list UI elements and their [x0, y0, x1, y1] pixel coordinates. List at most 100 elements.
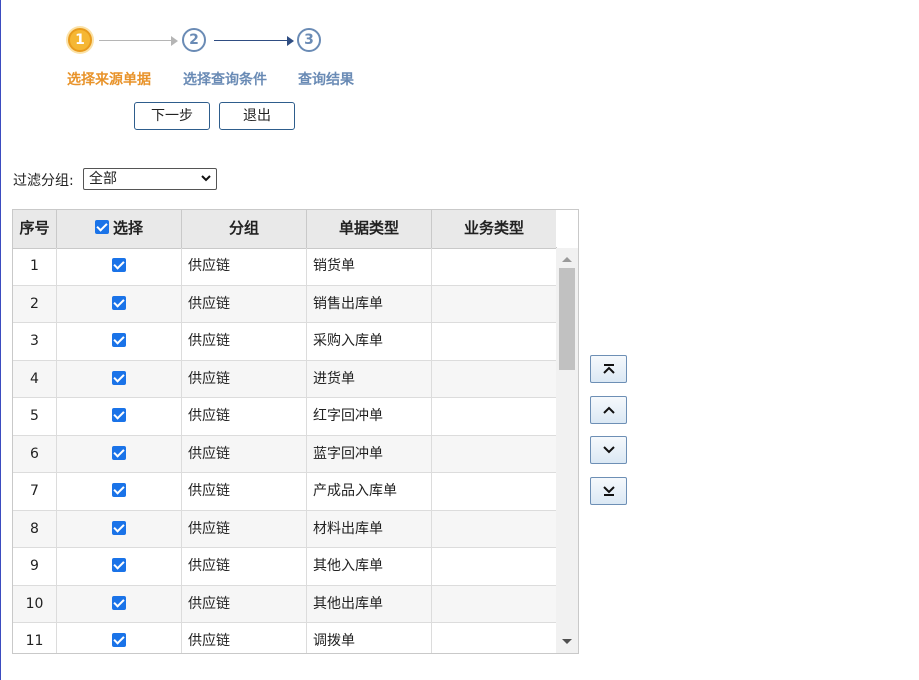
- table-row[interactable]: 9 供应链 其他入库单: [13, 548, 557, 586]
- move-bottom-icon: [603, 486, 615, 496]
- table-row[interactable]: 1 供应链 销货单: [13, 248, 557, 286]
- chevron-down-icon: [603, 446, 615, 454]
- filter-group-value: 全部: [89, 171, 117, 187]
- header-select: 选择: [57, 210, 182, 248]
- row-no: 6: [13, 435, 57, 473]
- row-biz-type: [432, 398, 557, 435]
- table-row[interactable]: 3 供应链 采购入库单: [13, 323, 557, 361]
- row-group: 供应链: [182, 285, 307, 323]
- select-all-checkbox[interactable]: [94, 219, 109, 234]
- header-gap: [556, 210, 578, 247]
- row-checkbox[interactable]: [112, 445, 126, 460]
- table-row[interactable]: 6 供应链 蓝字回冲单: [13, 435, 557, 473]
- row-biz-type: [432, 473, 557, 510]
- row-cell-select: [57, 510, 182, 548]
- row-biz-type: [432, 248, 557, 285]
- table-scrollbar[interactable]: [556, 248, 578, 653]
- row-checkbox[interactable]: [112, 520, 126, 535]
- move-to-bottom-button[interactable]: [590, 477, 627, 505]
- move-up-button[interactable]: [590, 396, 627, 424]
- step-connector: [99, 40, 175, 41]
- row-biz-type: [432, 285, 557, 323]
- document-type-table: 序号 选择 分组 单据类型 业务类型 1 供应链 销货单 2 供应链 销售出库单…: [12, 209, 579, 654]
- row-no: 9: [13, 548, 57, 585]
- row-cell-select: [57, 285, 182, 323]
- step-3-circle: 3: [297, 28, 321, 52]
- move-down-button[interactable]: [590, 436, 627, 464]
- table-row[interactable]: 5 供应链 红字回冲单: [13, 398, 557, 436]
- row-doc-type: 销售出库单: [307, 285, 432, 323]
- row-checkbox[interactable]: [112, 595, 126, 610]
- arrow-right-icon: [287, 36, 294, 46]
- row-biz-type: [432, 510, 557, 548]
- row-doc-type: 调拨单: [307, 623, 432, 653]
- arrow-right-icon: [171, 36, 178, 46]
- row-no: 1: [13, 248, 57, 285]
- table-row[interactable]: 11 供应链 调拨单: [13, 623, 557, 653]
- header-group: 分组: [182, 210, 307, 248]
- row-group: 供应链: [182, 323, 307, 360]
- row-doc-type: 产成品入库单: [307, 473, 432, 510]
- header-biz-type: 业务类型: [432, 210, 557, 248]
- header-doc-type: 单据类型: [307, 210, 432, 248]
- chevron-down-icon: [200, 169, 212, 195]
- table-row[interactable]: 2 供应链 销售出库单: [13, 285, 557, 323]
- table-row[interactable]: 10 供应链 其他出库单: [13, 585, 557, 623]
- row-group: 供应链: [182, 360, 307, 398]
- row-checkbox[interactable]: [112, 633, 126, 647]
- row-group: 供应链: [182, 585, 307, 623]
- row-checkbox[interactable]: [112, 558, 126, 572]
- row-group: 供应链: [182, 623, 307, 653]
- header-select-label: 选择: [112, 219, 143, 237]
- move-to-top-button[interactable]: [590, 355, 627, 383]
- table-row[interactable]: 4 供应链 进货单: [13, 360, 557, 398]
- next-step-button[interactable]: 下一步: [134, 102, 210, 130]
- scroll-up-icon[interactable]: [562, 257, 572, 262]
- row-group: 供应链: [182, 398, 307, 435]
- table-header: 序号 选择 分组 单据类型 业务类型: [13, 210, 557, 249]
- row-group: 供应链: [182, 548, 307, 585]
- row-cell-select: [57, 323, 182, 360]
- row-checkbox[interactable]: [112, 295, 126, 310]
- row-checkbox[interactable]: [112, 333, 126, 347]
- row-no: 8: [13, 510, 57, 548]
- row-biz-type: [432, 360, 557, 398]
- row-cell-select: [57, 585, 182, 623]
- row-group: 供应链: [182, 473, 307, 510]
- row-checkbox[interactable]: [112, 258, 126, 272]
- row-no: 7: [13, 473, 57, 510]
- scrollbar-thumb[interactable]: [559, 268, 575, 370]
- row-cell-select: [57, 398, 182, 435]
- move-top-icon: [603, 364, 615, 374]
- step-3-label: 查询结果: [298, 72, 354, 88]
- row-checkbox[interactable]: [112, 370, 126, 385]
- step-2-label: 选择查询条件: [183, 72, 267, 88]
- table-row[interactable]: 7 供应链 产成品入库单: [13, 473, 557, 511]
- row-biz-type: [432, 585, 557, 623]
- row-biz-type: [432, 623, 557, 653]
- row-cell-select: [57, 548, 182, 585]
- row-cell-select: [57, 360, 182, 398]
- row-group: 供应链: [182, 248, 307, 285]
- scroll-down-icon[interactable]: [562, 639, 572, 644]
- row-doc-type: 销货单: [307, 248, 432, 285]
- row-doc-type: 红字回冲单: [307, 398, 432, 435]
- row-doc-type: 进货单: [307, 360, 432, 398]
- step-1-circle: 1: [68, 28, 92, 52]
- filter-group-label: 过滤分组:: [13, 173, 74, 189]
- exit-button[interactable]: 退出: [219, 102, 295, 130]
- filter-group-select[interactable]: 全部: [83, 168, 217, 190]
- row-checkbox[interactable]: [112, 483, 126, 497]
- row-cell-select: [57, 435, 182, 473]
- row-no: 10: [13, 585, 57, 623]
- row-no: 4: [13, 360, 57, 398]
- table-row[interactable]: 8 供应链 材料出库单: [13, 510, 557, 548]
- row-cell-select: [57, 248, 182, 285]
- row-no: 11: [13, 623, 57, 653]
- row-biz-type: [432, 435, 557, 473]
- step-connector: [214, 40, 290, 41]
- row-checkbox[interactable]: [112, 408, 126, 422]
- row-cell-select: [57, 473, 182, 510]
- row-group: 供应链: [182, 435, 307, 473]
- row-group: 供应链: [182, 510, 307, 548]
